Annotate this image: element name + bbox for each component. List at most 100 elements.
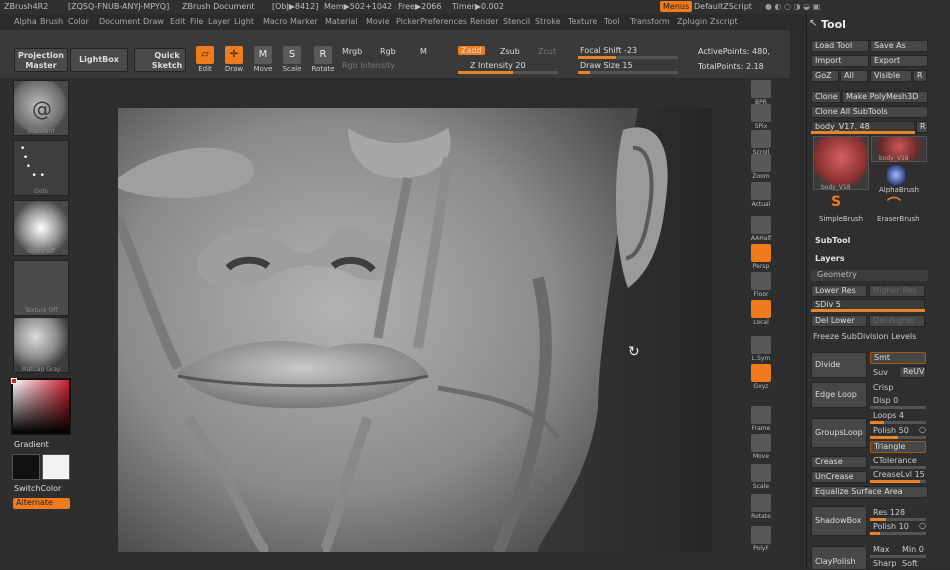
shelf-gxyz-button[interactable]: Gxyz	[748, 364, 774, 390]
color-swatch-small[interactable]	[11, 378, 17, 384]
menu-render[interactable]: Render	[470, 17, 498, 26]
shelf-frame-button[interactable]: Frame	[748, 406, 774, 432]
claypolish-button[interactable]: ClayPolish	[811, 546, 867, 570]
window-controls-icon[interactable]: ● ◐ ○ ◑ ◒ ▣	[765, 2, 820, 11]
shelf-aahalf-button[interactable]: AAHalf	[748, 216, 774, 242]
import-button[interactable]: Import	[811, 55, 869, 67]
draw-button[interactable]: ✛ Draw	[221, 46, 247, 80]
disp-track[interactable]	[870, 406, 926, 409]
rgb-button[interactable]: Rgb	[380, 47, 396, 56]
all-button[interactable]: All	[840, 70, 868, 82]
menu-document[interactable]: Document	[99, 17, 140, 26]
shelf-scale-button[interactable]: Scale	[748, 464, 774, 490]
creaselvl-slider[interactable]: CreaseLvl 15	[873, 470, 925, 479]
groupsloop-button[interactable]: GroupsLoop	[811, 418, 867, 448]
menu-movie[interactable]: Movie	[366, 17, 390, 26]
save-as-button[interactable]: Save As	[870, 40, 928, 52]
layers-section[interactable]: Layers	[815, 254, 845, 263]
load-tool-button[interactable]: Load Tool	[811, 40, 869, 52]
shelf-scroll-button[interactable]: Scroll	[748, 130, 774, 156]
suv-toggle[interactable]: Suv	[873, 368, 888, 377]
switch-color-button[interactable]: SwitchColor	[14, 484, 61, 493]
rgb-intensity-slider[interactable]: Rgb Intensity	[342, 61, 395, 70]
zsub-button[interactable]: Zsub	[500, 47, 520, 56]
focal-shift-slider[interactable]: Focal Shift -23	[580, 46, 637, 55]
mrgb-button[interactable]: Mrgb	[342, 47, 362, 56]
ctolerance-slider[interactable]: CTolerance	[873, 456, 917, 465]
menu-color[interactable]: Color	[68, 17, 89, 26]
higher-res-button[interactable]: Higher Res	[869, 285, 925, 297]
main-color-swatch[interactable]	[12, 454, 40, 480]
shelf-polyf-button[interactable]: PolyF	[748, 526, 774, 552]
rotate-button[interactable]: R Rotate	[310, 46, 336, 80]
shelf-bpr-button[interactable]: BPR	[748, 80, 774, 106]
draw-size-track[interactable]	[578, 71, 678, 74]
polish-slider[interactable]: Polish 50	[873, 426, 909, 435]
goz-button[interactable]: GoZ	[811, 70, 839, 82]
alternate-button[interactable]: Alternate	[13, 498, 70, 509]
max-slider[interactable]: Max	[873, 545, 890, 554]
uncrease-button[interactable]: UnCrease	[811, 471, 867, 483]
menu-marker[interactable]: Marker	[290, 17, 318, 26]
shelf-persp-button[interactable]: Persp	[748, 244, 774, 270]
reuv-button[interactable]: ReUV	[899, 366, 926, 378]
menu-macro[interactable]: Macro	[263, 17, 287, 26]
menu-tool[interactable]: Tool	[604, 17, 620, 26]
ctolerance-track[interactable]	[870, 466, 926, 469]
edge-loop-button[interactable]: Edge Loop	[811, 382, 867, 408]
r-button-2[interactable]: R	[916, 121, 928, 133]
shelf-local-button[interactable]: Local	[748, 300, 774, 326]
default-script[interactable]: DefaultZScript	[694, 2, 752, 11]
shelf-move-button[interactable]: Move	[748, 434, 774, 460]
polish-10-slider[interactable]: Polish 10	[873, 522, 909, 531]
menu-texture[interactable]: Texture	[568, 17, 597, 26]
min-slider[interactable]: Min 0	[902, 545, 924, 554]
zadd-button[interactable]: Zadd	[458, 46, 485, 55]
clone-all-subtools-button[interactable]: Clone All SubTools	[811, 106, 928, 118]
scale-button[interactable]: S Scale	[279, 46, 305, 80]
tool-thumb-body[interactable]	[813, 136, 869, 190]
shelf-rotate-button[interactable]: Rotate	[748, 494, 774, 520]
shelf-zoom-button[interactable]: Zoom	[748, 154, 774, 180]
polish-10-circle-icon[interactable]: ○	[919, 521, 926, 530]
menu-material[interactable]: Material	[325, 17, 358, 26]
move-button[interactable]: M Move	[250, 46, 276, 80]
projection-master-button[interactable]: Projection Master	[14, 48, 68, 72]
shelf-lsym-button[interactable]: L.Sym	[748, 336, 774, 362]
color-picker[interactable]	[11, 378, 71, 435]
zcut-button[interactable]: Zcut	[538, 47, 556, 56]
equalize-surface-button[interactable]: Equalize Surface Area	[811, 486, 928, 498]
tool-title[interactable]: Tool	[811, 18, 846, 31]
smt-toggle[interactable]: Smt	[870, 352, 926, 364]
disp-slider[interactable]: Disp 0	[873, 396, 898, 405]
menu-draw[interactable]: Draw	[143, 17, 164, 26]
quick-sketch-button[interactable]: Quick Sketch	[134, 48, 186, 72]
menu-layer[interactable]: Layer	[208, 17, 230, 26]
z-intensity-slider[interactable]: Z Intensity 20	[470, 61, 526, 70]
shelf-actual-button[interactable]: Actual	[748, 182, 774, 208]
simplebrush-icon[interactable]: S	[831, 194, 841, 210]
crease-button[interactable]: Crease	[811, 456, 867, 468]
max-min-track[interactable]	[870, 555, 926, 558]
alphabrush-icon[interactable]	[887, 164, 905, 186]
shadowbox-button[interactable]: ShadowBox	[811, 506, 867, 536]
menu-preferences[interactable]: Preferences	[420, 17, 467, 26]
menus-button[interactable]: Menus	[660, 1, 693, 12]
freeze-subdivision-button[interactable]: Freeze SubDivision Levels	[813, 332, 916, 341]
export-button[interactable]: Export	[870, 55, 928, 67]
menu-picker[interactable]: Picker	[396, 17, 420, 26]
material-thumbnail[interactable]	[13, 317, 69, 373]
del-lower-button[interactable]: Del Lower	[811, 315, 867, 327]
del-higher-button[interactable]: Del Higher	[869, 315, 925, 327]
visible-button[interactable]: Visible	[870, 70, 912, 82]
m-button[interactable]: M	[420, 47, 427, 56]
subtool-section[interactable]: SubTool	[815, 236, 850, 245]
res-slider[interactable]: Res 128	[873, 508, 905, 517]
menu-light[interactable]: Light	[234, 17, 254, 26]
eraserbrush-icon[interactable]: ⌒	[887, 194, 901, 214]
geometry-section[interactable]: Geometry	[811, 270, 928, 281]
loops-slider[interactable]: Loops 4	[873, 411, 904, 420]
gradient-label[interactable]: Gradient	[14, 440, 49, 449]
lower-res-button[interactable]: Lower Res	[811, 285, 867, 297]
menu-alpha[interactable]: Alpha	[14, 17, 37, 26]
